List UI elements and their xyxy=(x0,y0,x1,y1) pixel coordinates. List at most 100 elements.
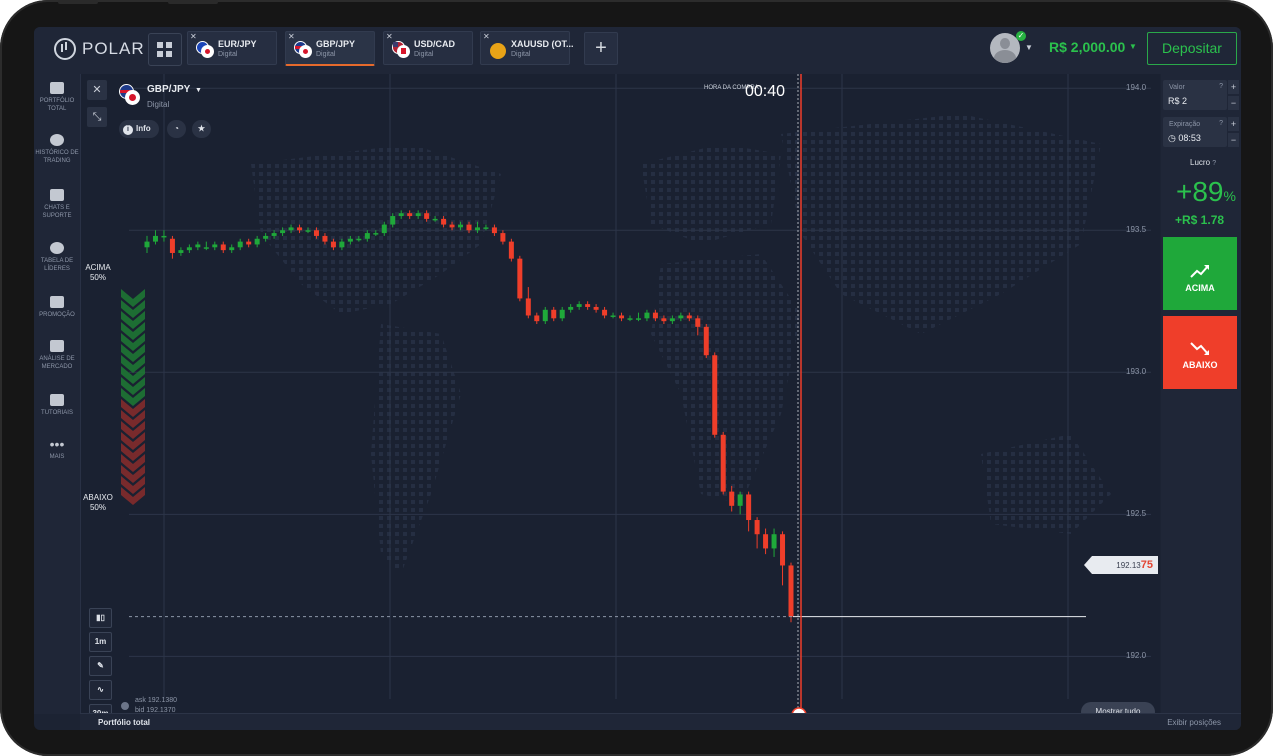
close-icon[interactable]: ✕ xyxy=(190,32,197,41)
expiration-decrease-button[interactable]: − xyxy=(1228,133,1239,147)
gold-icon xyxy=(489,41,507,59)
expiration-value[interactable]: ◷ 08:53 xyxy=(1168,133,1201,144)
candle-body xyxy=(356,238,362,241)
close-chart-button[interactable]: ✕ xyxy=(87,80,107,100)
sidebar-item-more[interactable]: ••• MAIS xyxy=(34,437,80,461)
flag-icon xyxy=(196,41,214,58)
portfolio-total-link[interactable]: Portfólio total xyxy=(98,718,150,727)
amount-value[interactable]: R$ 2 xyxy=(1168,96,1187,106)
help-icon[interactable]: ? xyxy=(1219,83,1223,90)
candle-body xyxy=(195,244,201,248)
sidebar-item-promotion[interactable]: PROMOÇÃO xyxy=(34,296,80,319)
buy-up-button[interactable]: ACIMA xyxy=(1163,237,1237,310)
expiration-field[interactable]: Expiração ? ◷ 08:53 xyxy=(1163,117,1227,147)
balance-display[interactable]: R$ 2,000.00 xyxy=(1049,39,1125,55)
quote-info-icon[interactable] xyxy=(121,702,129,710)
sentiment-up-label: ACIMA 50% xyxy=(81,263,115,283)
chevron-down-icon[interactable]: ▼ xyxy=(1025,43,1033,52)
y-tick-label: 192.5 xyxy=(1126,509,1147,519)
sidebar-item-leaderboard[interactable]: TABELA DE LÍDERES xyxy=(34,242,80,273)
buy-down-button[interactable]: ABAIXO xyxy=(1163,316,1237,389)
tab-name: EUR/JPY xyxy=(218,39,257,49)
candle-body xyxy=(780,534,786,566)
sidebar-item-tutorials[interactable]: TUTORIAIS xyxy=(34,394,80,417)
info-icon: i xyxy=(123,125,133,135)
deposit-button[interactable]: Depositar xyxy=(1147,32,1237,65)
candle-body xyxy=(254,238,260,245)
profit-percent: +89% xyxy=(1176,176,1236,208)
candle-body xyxy=(500,233,506,242)
candle-body xyxy=(229,247,235,251)
tab-type: Digital xyxy=(511,51,531,58)
asset-selector[interactable]: GBP/JPY ▼ xyxy=(147,84,202,95)
close-icon[interactable]: ✕ xyxy=(288,32,295,41)
expiration-time: 08:53 xyxy=(1178,133,1201,143)
profit-amount: +R$ 1.78 xyxy=(1175,213,1225,227)
close-icon[interactable]: ✕ xyxy=(483,32,490,41)
candle-body xyxy=(263,235,269,239)
alert-button[interactable]: ◔ xyxy=(167,120,186,138)
candle-body xyxy=(534,315,540,322)
y-tick-label: 193.0 xyxy=(1126,367,1147,377)
candle-body xyxy=(237,241,243,248)
sidebar-item-portfolio[interactable]: PORTFÓLIO TOTAL xyxy=(34,82,80,113)
sentiment-down-pct: 50% xyxy=(89,503,106,512)
y-tick-label: 193.5 xyxy=(1126,225,1147,235)
sidebar-item-chat[interactable]: CHATS E SUPORTE xyxy=(34,189,80,220)
verified-icon: ✓ xyxy=(1016,31,1026,41)
candle-body xyxy=(347,238,353,242)
candle-body xyxy=(610,315,616,317)
candle-body xyxy=(390,216,396,225)
info-label: Info xyxy=(136,124,151,133)
sidebar-item-analysis[interactable]: ANÁLISE DE MERCADO xyxy=(34,340,80,371)
sidebar-item-label: ANÁLISE DE MERCADO xyxy=(39,356,75,370)
tab-gbpjpy[interactable]: ✕ GBP/JPY Digital xyxy=(285,31,375,66)
expiration-label: Expiração xyxy=(1169,121,1201,128)
info-button[interactable]: i Info xyxy=(119,120,159,138)
megaphone-icon xyxy=(50,296,64,308)
close-icon[interactable]: ✕ xyxy=(386,32,393,41)
asset-type: Digital xyxy=(147,100,170,109)
interval-button[interactable]: 1m xyxy=(89,632,112,652)
amount-increase-button[interactable]: + xyxy=(1228,80,1239,94)
price-chart[interactable] xyxy=(81,74,1160,714)
help-icon[interactable]: ? xyxy=(1219,120,1223,127)
chart-area[interactable]: 194.0193.5193.0192.5192.0 07:30:0008:00:… xyxy=(81,74,1160,730)
pencil-icon: ✎ xyxy=(97,661,104,670)
help-icon[interactable]: ? xyxy=(1212,160,1216,167)
amount-field[interactable]: Valor ? R$ 2 xyxy=(1163,80,1227,110)
sidebar-item-history[interactable]: HISTÓRICO DE TRADING xyxy=(34,134,80,165)
add-tab-button[interactable]: + xyxy=(584,32,618,65)
sidebar-item-label: PORTFÓLIO TOTAL xyxy=(39,98,75,112)
asset-grid-button[interactable] xyxy=(148,33,182,66)
tab-eurjpy[interactable]: ✕ EUR/JPY Digital xyxy=(187,31,277,65)
draw-tool-button[interactable]: ✎ xyxy=(89,656,112,676)
asset-name: GBP/JPY xyxy=(147,84,191,95)
current-price-highlight: 75 xyxy=(1140,559,1153,571)
favorite-button[interactable]: ★ xyxy=(192,120,211,138)
candle-type-button[interactable]: ▮▯ xyxy=(89,608,112,628)
current-price-tag: 192.1375 xyxy=(1084,556,1158,574)
show-positions-link[interactable]: Exibir posições xyxy=(1167,718,1221,727)
candle-body xyxy=(152,235,158,242)
tab-usdcad[interactable]: ✕ USD/CAD Digital xyxy=(383,31,473,65)
candle-body xyxy=(678,315,684,319)
tab-xauusd[interactable]: ✕ XAUUSD (OT... Digital xyxy=(480,31,574,65)
candle-body xyxy=(746,494,752,521)
logo-icon xyxy=(54,38,76,60)
logo[interactable]: POLAR xyxy=(54,37,145,61)
amount-decrease-button[interactable]: − xyxy=(1228,96,1239,110)
candle-body xyxy=(669,318,675,322)
indicators-button[interactable]: ∿ xyxy=(89,680,112,700)
expiration-increase-button[interactable]: + xyxy=(1228,117,1239,131)
asset-flag-icon xyxy=(119,84,141,106)
candle-body xyxy=(686,315,692,319)
candle-body xyxy=(754,520,760,535)
chevron-down-icon[interactable]: ▼ xyxy=(1129,42,1137,51)
collapse-button[interactable]: ⤡ xyxy=(87,107,107,127)
candle-body xyxy=(644,312,650,319)
candle-body xyxy=(220,244,226,251)
grid-icon-cell xyxy=(157,51,163,57)
candle-body xyxy=(703,326,709,356)
candle-body xyxy=(169,238,175,253)
